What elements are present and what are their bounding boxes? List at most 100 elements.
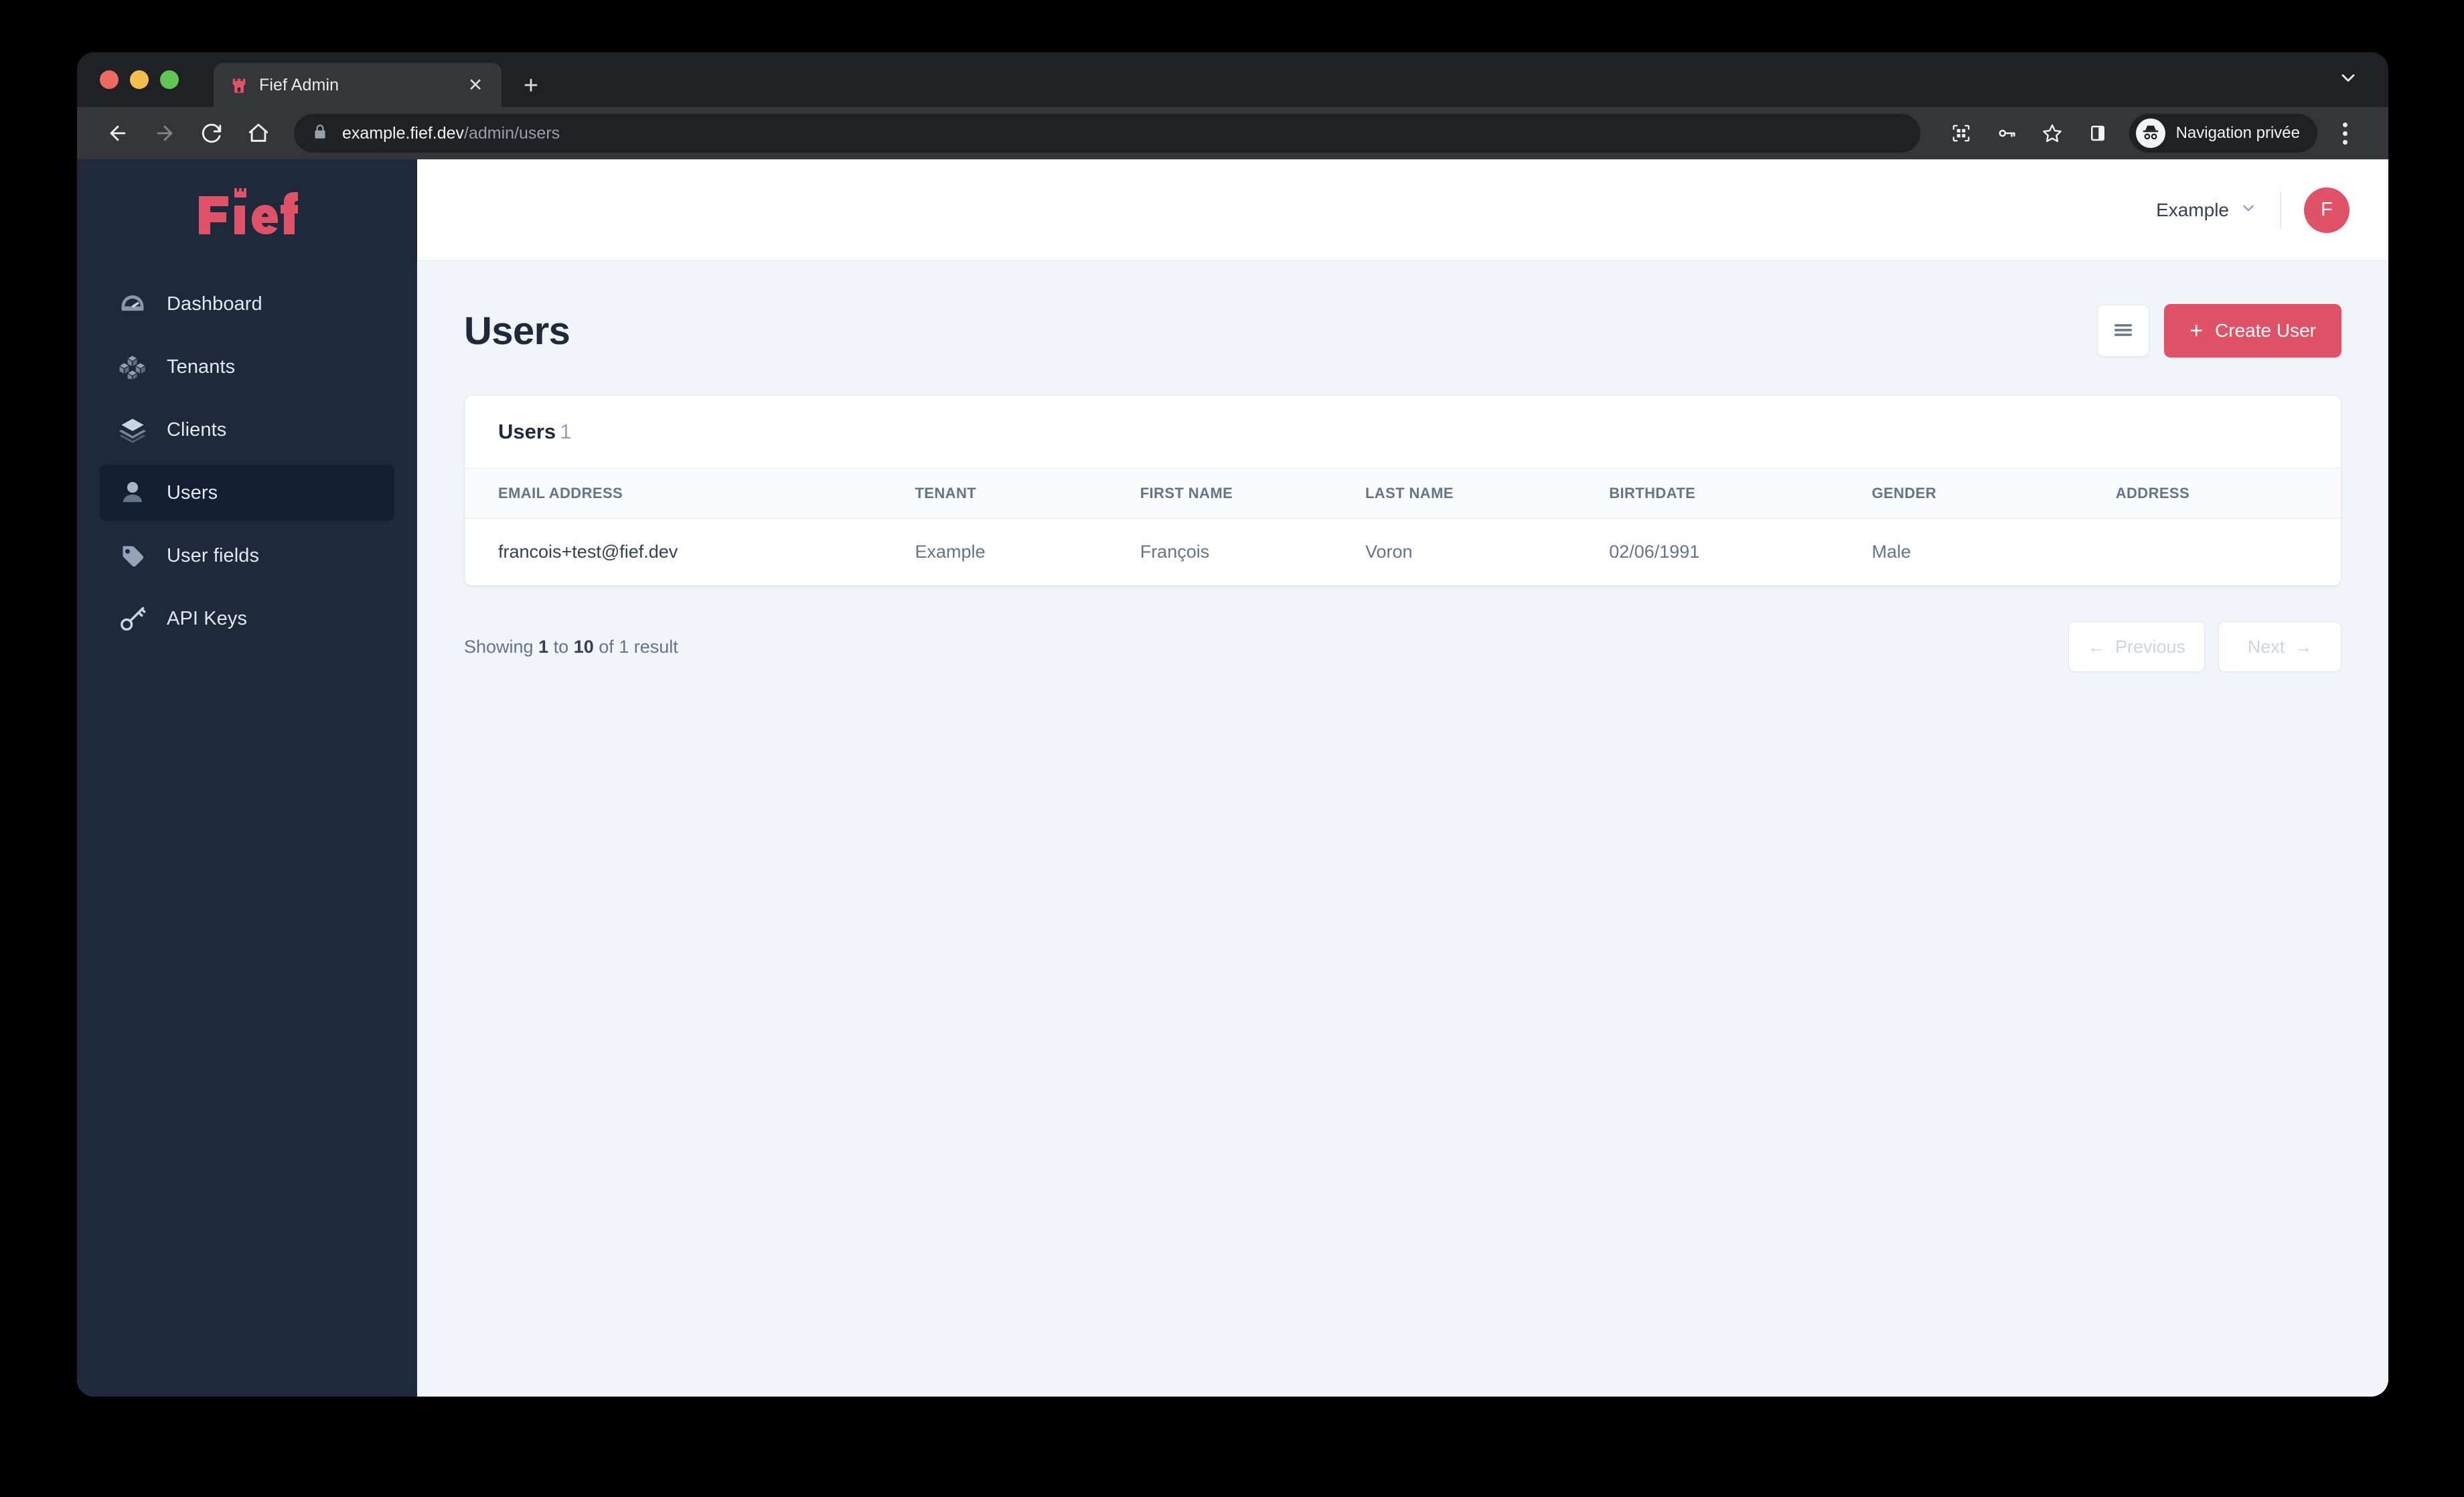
sidebar-item-dashboard[interactable]: Dashboard [100, 276, 394, 332]
showing-from: 1 [538, 636, 549, 657]
cell-gender: Male [1871, 542, 1911, 562]
minimize-window-button[interactable] [130, 70, 149, 89]
plus-icon: + [2189, 318, 2204, 343]
tab-strip: Fief Admin ✕ + [77, 52, 2388, 107]
browser-toolbar: example.fief.dev/admin/users Navigation … [77, 107, 2388, 159]
column-header-address[interactable]: ADDRESS [2116, 469, 2341, 519]
tenant-name: Example [2156, 199, 2229, 220]
plus-icon[interactable]: + [510, 64, 552, 107]
tenant-selector[interactable]: Example [2156, 200, 2280, 221]
users-table: EMAIL ADDRESS TENANT FIRST NAME LAST NAM… [465, 469, 2341, 586]
incognito-avatar-icon [2135, 119, 2165, 148]
sidebar-item-clients[interactable]: Clients [100, 402, 394, 458]
topbar-divider [2280, 191, 2281, 229]
cell-first-name: François [1140, 542, 1210, 562]
fief-logo-icon [199, 188, 298, 234]
card-title-text: Users [498, 420, 556, 443]
kebab-menu-icon[interactable] [2325, 114, 2364, 153]
sidebar-item-label: API Keys [167, 607, 248, 629]
cell-email[interactable]: francois+test@fief.dev [465, 519, 915, 586]
showing-suffix: of 1 result [599, 636, 678, 657]
card-header: Users 1 [465, 396, 2341, 469]
column-header-birthdate[interactable]: BIRTHDATE [1609, 469, 1871, 519]
cell-tenant: Example [915, 542, 986, 562]
card-title: Users 1 [498, 420, 571, 443]
sidebar: Dashboard Tenants Clients Users User fie… [77, 159, 417, 1397]
layers-icon [117, 414, 148, 445]
close-icon[interactable]: ✕ [464, 74, 487, 96]
showing-prefix: Showing [464, 636, 534, 657]
arrow-left-icon[interactable] [97, 112, 139, 154]
list-view-icon [2112, 319, 2135, 343]
address-bar[interactable]: example.fief.dev/admin/users [294, 114, 1920, 153]
window-traffic-lights [100, 70, 179, 89]
column-header-gender[interactable]: GENDER [1871, 469, 2115, 519]
chevron-down-icon[interactable] [2337, 68, 2359, 92]
cell-last-name: Voron [1365, 542, 1413, 562]
users-card: Users1 EMAIL ADDRESS TENANT FIRST NAME [464, 395, 2341, 586]
user-icon [117, 477, 148, 508]
arrow-left-icon: ← [2087, 636, 2106, 657]
previous-page-button[interactable]: ← Previous [2068, 621, 2205, 672]
maximize-window-button[interactable] [160, 70, 179, 89]
arrow-right-icon[interactable] [144, 112, 185, 154]
lock-icon [311, 123, 329, 144]
speedometer-icon [117, 289, 148, 319]
fief-castle-icon [232, 78, 246, 93]
app-topbar: Example F [417, 159, 2388, 261]
sidebar-item-tenants[interactable]: Tenants [100, 339, 394, 395]
avatar[interactable]: F [2304, 187, 2350, 233]
table-body: francois+test@fief.dev Example François … [465, 519, 2341, 586]
column-header-last-name[interactable]: LAST NAME [1365, 469, 1609, 519]
browser-tab[interactable]: Fief Admin ✕ [214, 63, 502, 107]
sidebar-item-label: Users [167, 481, 218, 503]
star-icon[interactable] [2031, 112, 2073, 154]
tabs-container: Fief Admin ✕ + [214, 63, 552, 107]
column-header-first-name[interactable]: FIRST NAME [1140, 469, 1365, 519]
sidebar-item-label: User fields [167, 544, 260, 566]
next-page-button[interactable]: Next → [2218, 621, 2341, 672]
url-host: example.fief.dev [342, 123, 465, 143]
close-window-button[interactable] [100, 70, 119, 89]
column-header-email[interactable]: EMAIL ADDRESS [465, 469, 915, 519]
table-row[interactable]: francois+test@fief.dev Example François … [465, 519, 2341, 586]
sidebar-item-user-fields[interactable]: User fields [100, 528, 394, 584]
page-header: Users + Create User [464, 304, 2341, 358]
app-logo[interactable] [77, 159, 417, 261]
showing-mid: to [553, 636, 569, 657]
page-title: Users [464, 309, 570, 353]
qr-code-icon[interactable] [1940, 112, 1982, 154]
page-actions: + Create User [2097, 304, 2341, 358]
card-count: 1 [560, 420, 572, 443]
side-panel-icon[interactable] [2077, 112, 2119, 154]
cubes-icon [117, 351, 148, 382]
pagination: Showing 1 to 10 of 1 result ← Previous N… [464, 621, 2341, 672]
table-header-row: EMAIL ADDRESS TENANT FIRST NAME LAST NAM… [465, 469, 2341, 519]
sidebar-item-label: Tenants [167, 356, 236, 378]
pagination-buttons: ← Previous Next → [2068, 621, 2341, 672]
incognito-profile-button[interactable]: Navigation privée [2129, 114, 2317, 153]
column-header-tenant[interactable]: TENANT [915, 469, 1140, 519]
browser-window: Fief Admin ✕ + example.fief.dev/admin/us… [77, 52, 2388, 1397]
toolbar-actions: Navigation privée [1940, 112, 2364, 154]
create-user-button[interactable]: + Create User [2164, 304, 2341, 358]
cell-address [2116, 519, 2341, 586]
home-icon[interactable] [238, 112, 279, 154]
sidebar-item-label: Dashboard [167, 293, 262, 315]
tag-icon [117, 540, 148, 571]
create-user-label: Create User [2215, 320, 2316, 341]
next-label: Next [2247, 636, 2285, 657]
cell-birthdate: 02/06/1991 [1609, 542, 1700, 562]
list-view-button[interactable] [2097, 305, 2150, 357]
previous-label: Previous [2114, 636, 2185, 657]
key-icon[interactable] [1986, 112, 2027, 154]
sidebar-nav: Dashboard Tenants Clients Users User fie… [77, 261, 417, 647]
sidebar-item-users[interactable]: Users [100, 465, 394, 521]
reload-icon[interactable] [191, 112, 232, 154]
table-header: EMAIL ADDRESS TENANT FIRST NAME LAST NAM… [465, 469, 2341, 519]
page-viewport: Dashboard Tenants Clients Users User fie… [77, 159, 2388, 1397]
incognito-label: Navigation privée [2175, 124, 2300, 142]
sidebar-item-label: Clients [167, 418, 227, 441]
sidebar-item-api-keys[interactable]: API Keys [100, 590, 394, 647]
results-summary: Showing 1 to 10 of 1 result [464, 637, 678, 657]
